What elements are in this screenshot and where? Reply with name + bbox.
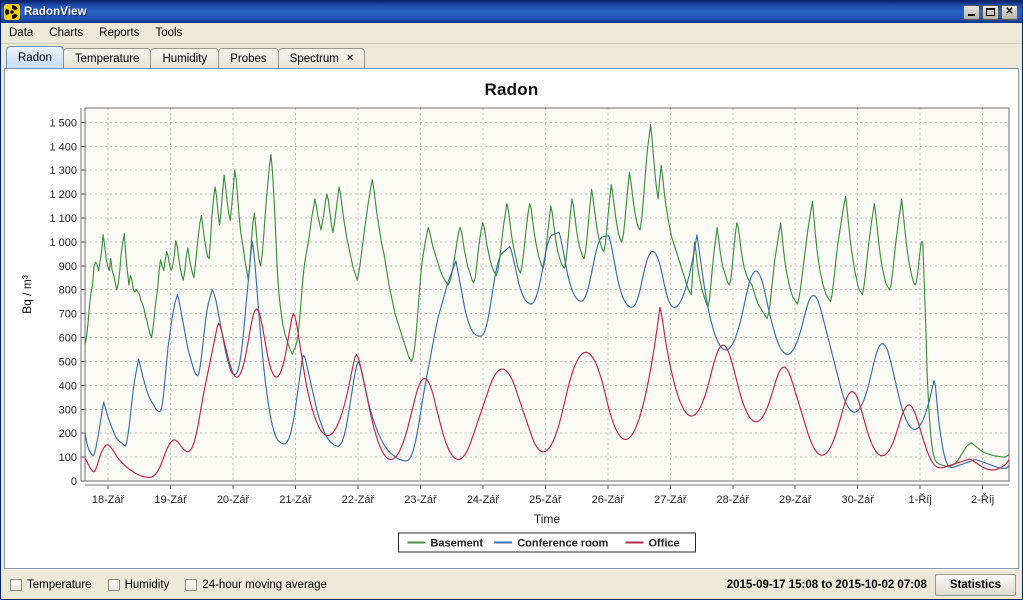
menu-item-data[interactable]: Data [7, 25, 41, 42]
svg-text:200: 200 [59, 428, 77, 440]
svg-text:1 000: 1 000 [49, 237, 77, 249]
svg-text:23-Zář: 23-Zář [404, 494, 437, 506]
svg-text:27-Zář: 27-Zář [654, 494, 687, 506]
svg-text:1 100: 1 100 [49, 213, 77, 225]
svg-text:700: 700 [59, 309, 77, 321]
svg-text:1 200: 1 200 [49, 189, 77, 201]
svg-text:Time: Time [534, 512, 561, 526]
svg-text:500: 500 [59, 356, 77, 368]
tab-label: Spectrum [289, 52, 339, 65]
svg-text:600: 600 [59, 333, 77, 345]
checkbox-label: Humidity [124, 578, 170, 591]
menu-bar: Data Charts Reports Tools [1, 23, 1022, 44]
svg-text:24-Zář: 24-Zář [467, 494, 500, 506]
tab-humidity[interactable]: Humidity [150, 48, 220, 68]
radon-line-chart[interactable]: 0 100 200 300 400 500 600 700 800 900 1 000 1 100 1 … [5, 100, 1018, 562]
svg-text:800: 800 [59, 285, 77, 297]
svg-text:400: 400 [59, 380, 77, 392]
svg-text:26-Zář: 26-Zář [592, 494, 625, 506]
maximize-button[interactable] [982, 4, 999, 20]
legend-label: Basement [430, 538, 483, 550]
menu-item-charts[interactable]: Charts [47, 25, 91, 42]
date-range-label: 2015-09-17 15:08 to 2015-10-02 07:08 [726, 578, 927, 591]
svg-text:19-Zář: 19-Zář [154, 494, 187, 506]
tab-label: Probes [230, 52, 267, 65]
svg-text:1 500: 1 500 [49, 117, 77, 129]
tab-strip: Radon Temperature Humidity Probes Spectr… [1, 44, 1022, 68]
checkbox-box[interactable] [107, 578, 120, 591]
tab-label: Radon [18, 51, 52, 64]
chart-canvas[interactable]: 0 100 200 300 400 500 600 700 800 900 1 000 1 100 1 … [5, 100, 1018, 560]
svg-text:300: 300 [59, 404, 77, 416]
chart-title: Radon [484, 80, 539, 99]
checkbox-temperature[interactable]: Temperature [10, 578, 92, 591]
chart-panel: Radon 0 100 200 300 400 500 600 700 800 900 1 000 1… [4, 68, 1019, 569]
application-window: RadonView ✕ Data Charts Reports Tools Ra… [0, 0, 1023, 600]
svg-text:0: 0 [71, 476, 77, 488]
svg-text:21-Zář: 21-Zář [279, 494, 312, 506]
checkbox-label: Temperature [27, 578, 92, 591]
checkbox-box[interactable] [10, 578, 22, 591]
close-icon[interactable]: × [347, 53, 353, 64]
tab-probes[interactable]: Probes [218, 48, 279, 68]
svg-text:2-Říj: 2-Říj [971, 493, 994, 506]
svg-text:20-Zář: 20-Zář [217, 494, 250, 506]
svg-text:18-Zář: 18-Zář [92, 494, 125, 506]
svg-text:900: 900 [59, 261, 77, 273]
svg-text:1 400: 1 400 [49, 141, 77, 153]
checkbox-moving-average[interactable]: 24-hour moving average [185, 578, 327, 591]
tab-spectrum[interactable]: Spectrum × [277, 48, 366, 68]
checkbox-label: 24-hour moving average [202, 578, 327, 591]
tab-temperature[interactable]: Temperature [62, 48, 152, 68]
legend-label: Office [648, 538, 679, 550]
svg-text:29-Zář: 29-Zář [779, 494, 812, 506]
tab-label: Humidity [162, 52, 208, 65]
legend-label: Conference room [517, 538, 608, 550]
statistics-button[interactable]: Statistics [934, 573, 1016, 596]
svg-text:100: 100 [59, 452, 77, 464]
svg-text:28-Zář: 28-Zář [717, 494, 750, 506]
radiation-trefoil-icon [4, 4, 20, 20]
menu-item-tools[interactable]: Tools [153, 25, 190, 42]
svg-text:22-Zář: 22-Zář [342, 494, 375, 506]
status-bar: Temperature Humidity 24-hour moving aver… [1, 569, 1022, 599]
close-button[interactable]: ✕ [1001, 4, 1018, 20]
tab-label: Temperature [74, 52, 140, 65]
svg-text:1 300: 1 300 [49, 165, 77, 177]
svg-text:Bq / m³: Bq / m³ [20, 275, 34, 314]
svg-text:25-Zář: 25-Zář [529, 494, 562, 506]
menu-item-reports[interactable]: Reports [97, 25, 147, 42]
window-title: RadonView [24, 6, 87, 18]
checkbox-humidity[interactable]: Humidity [107, 578, 170, 591]
window-controls: ✕ [963, 4, 1018, 20]
overlay-checkbox-group: Temperature Humidity 24-hour moving aver… [10, 578, 727, 591]
svg-text:1-Říj: 1-Říj [909, 493, 932, 506]
minimize-button[interactable] [963, 4, 980, 20]
svg-text:30-Zář: 30-Zář [841, 494, 874, 506]
tab-radon[interactable]: Radon [6, 46, 64, 68]
title-bar: RadonView ✕ [1, 1, 1022, 23]
checkbox-box[interactable] [185, 578, 198, 591]
